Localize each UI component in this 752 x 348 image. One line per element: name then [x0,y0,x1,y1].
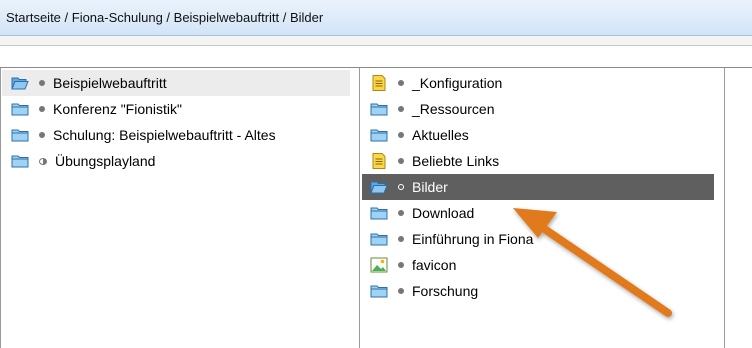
right-item-download[interactable]: Download [370,200,718,226]
folder-icon [370,205,388,221]
status-dot-icon [398,210,404,216]
left-pane: Beispielwebauftritt Konferenz "Fionistik… [0,68,360,348]
right-item-konfiguration[interactable]: _Konfiguration [370,70,718,96]
item-label: _Konfiguration [412,75,503,91]
item-label: _Ressourcen [412,101,495,117]
right-item-einfuehrung[interactable]: Einführung in Fiona [370,226,718,252]
document-icon [370,75,388,91]
left-item-konferenz[interactable]: Konferenz "Fionistik" [11,96,359,122]
right-item-bilder[interactable]: Bilder [362,174,714,200]
folder-icon [11,153,29,169]
left-item-schulung[interactable]: Schulung: Beispielwebauftritt - Altes [11,122,359,148]
item-label: favicon [412,257,457,273]
item-label: Einführung in Fiona [412,231,534,247]
folder-icon [370,127,388,143]
left-item-uebungsplayland[interactable]: Übungsplayland [11,148,359,174]
toolbar-strip [0,36,752,46]
right-item-beliebte-links[interactable]: Beliebte Links [370,148,718,174]
item-label: Bilder [412,179,448,195]
item-label: Konferenz "Fionistik" [53,101,182,117]
folder-icon [11,127,29,143]
item-label: Forschung [412,283,479,299]
right-item-ressourcen[interactable]: _Ressourcen [370,96,718,122]
right-item-forschung[interactable]: Forschung [370,278,718,304]
status-dot-icon [398,262,404,268]
folder-open-icon [11,75,29,91]
item-label: Schulung: Beispielwebauftritt - Altes [53,127,276,143]
column-header-strip [0,46,752,68]
item-label: Download [412,205,475,221]
status-dot-icon [398,106,404,112]
status-dot-icon [398,132,404,138]
item-label: Beispielwebauftritt [53,75,167,91]
status-dot-icon [398,236,404,242]
document-icon [370,153,388,169]
status-ring-icon [398,184,404,190]
right-pane: _Konfiguration _Ressourcen Aktuelles Bel… [360,68,725,348]
breadcrumb: Startseite / Fiona-Schulung / Beispielwe… [0,0,752,36]
folder-icon [11,101,29,117]
folder-open-icon [370,179,388,195]
status-dot-icon [398,288,404,294]
right-item-favicon[interactable]: favicon [370,252,718,278]
folder-icon [370,283,388,299]
right-item-aktuelles[interactable]: Aktuelles [370,122,718,148]
left-item-beispielwebauftritt[interactable]: Beispielwebauftritt [2,70,350,96]
status-dot-icon [39,106,45,112]
status-dot-icon [39,80,45,86]
item-label: Aktuelles [412,127,469,143]
item-label: Beliebte Links [412,153,500,169]
status-dot-icon [39,132,45,138]
item-label: Übungsplayland [55,153,156,169]
folder-icon [370,231,388,247]
folder-icon [370,101,388,117]
status-dot-icon [398,158,404,164]
image-icon [370,257,388,273]
status-half-dot-icon [39,157,47,165]
status-dot-icon [398,80,404,86]
